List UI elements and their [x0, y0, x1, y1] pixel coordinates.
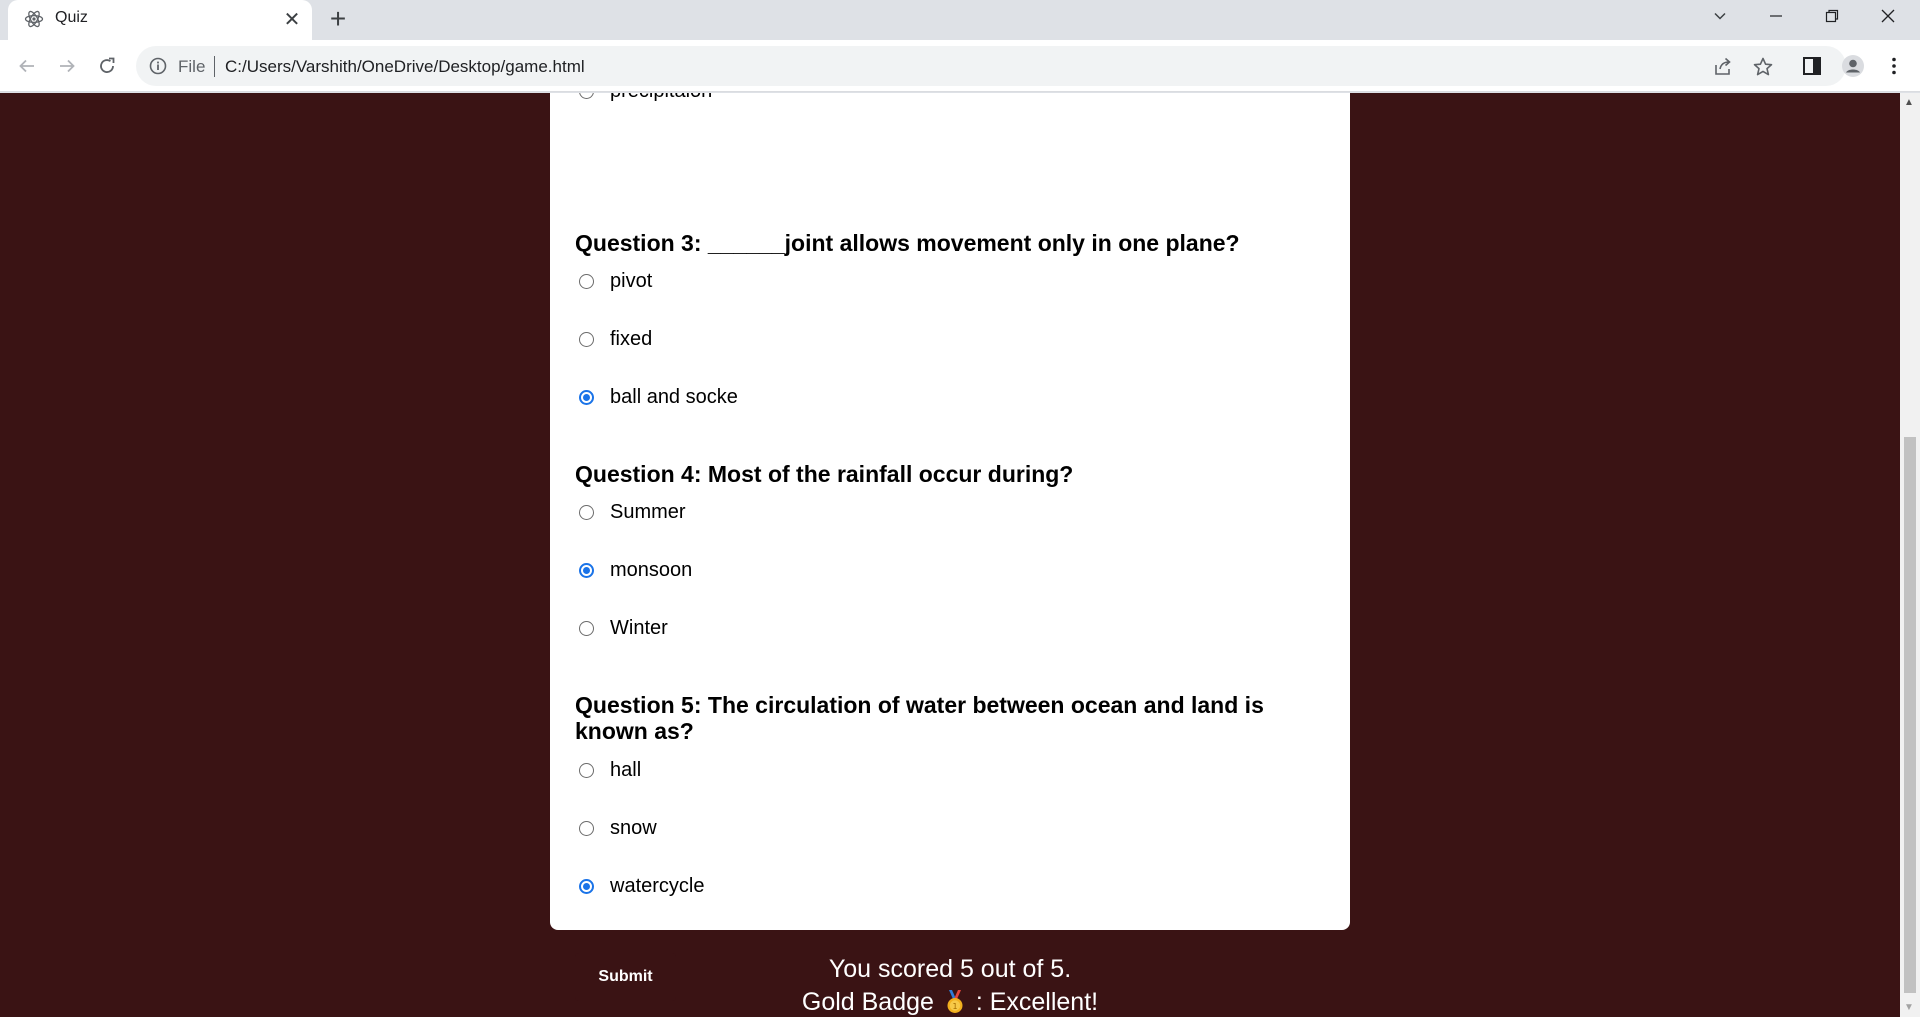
option-fixed[interactable]: fixed: [579, 327, 652, 351]
option-watercycle[interactable]: watercycle: [579, 874, 704, 898]
scroll-down-arrow-icon[interactable]: ▼: [1904, 1002, 1914, 1013]
radio-button[interactable]: [579, 820, 594, 836]
reload-icon: [100, 57, 115, 73]
address-bar[interactable]: File C:/Users/Varshith/OneDrive/Desktop/…: [136, 46, 1846, 86]
radio-button[interactable]: [579, 93, 594, 99]
option-hall[interactable]: hall: [579, 758, 641, 782]
back-button[interactable]: [11, 50, 43, 82]
vertical-scrollbar[interactable]: ▲ ▼: [1900, 93, 1920, 1017]
badge-prefix: Gold Badge: [801, 988, 934, 1016]
option-label: precipitaion: [610, 93, 712, 103]
profile-avatar-icon[interactable]: [1841, 54, 1865, 78]
star-icon[interactable]: [1752, 56, 1774, 78]
question-3-title: Question 3: ______joint allows movement …: [575, 230, 1240, 256]
browser-tab[interactable]: Quiz ✕: [8, 0, 312, 40]
address-scheme: File: [178, 57, 206, 76]
svg-text:1: 1: [952, 1002, 957, 1011]
forward-button[interactable]: [51, 50, 83, 82]
option-label: hall: [610, 758, 642, 781]
badge-suffix: : Excellent!: [975, 988, 1099, 1016]
tab-search-button[interactable]: [1692, 0, 1748, 32]
restore-button[interactable]: [1804, 0, 1860, 32]
close-tab-icon[interactable]: ✕: [280, 8, 304, 32]
radio-button[interactable]: [579, 762, 594, 778]
browser-toolbar: File C:/Users/Varshith/OneDrive/Desktop/…: [0, 40, 1920, 92]
address-separator: [214, 56, 215, 77]
address-url[interactable]: C:/Users/Varshith/OneDrive/Desktop/game.…: [225, 57, 585, 77]
option-precipitaion[interactable]: precipitaion: [579, 93, 712, 103]
chevron-down-icon: [1714, 12, 1726, 20]
option-monsoon[interactable]: monsoon: [579, 558, 692, 582]
restore-icon: [1825, 9, 1839, 23]
gold-medal-icon: 1: [947, 990, 963, 1013]
more-menu-icon[interactable]: [1882, 54, 1906, 78]
option-pivot[interactable]: pivot: [579, 269, 652, 293]
page-viewport: precipitaion Question 3: ______joint all…: [0, 93, 1900, 1017]
option-label: fixed: [610, 327, 653, 350]
arrow-left-icon: [19, 59, 34, 73]
scroll-up-arrow-icon[interactable]: ▲: [1904, 97, 1914, 108]
atom-icon: [24, 10, 44, 28]
option-label: ball and socke: [610, 385, 738, 408]
close-icon: [1881, 9, 1895, 23]
quiz-card: precipitaion Question 3: ______joint all…: [550, 93, 1350, 1001]
radio-button[interactable]: [579, 504, 594, 520]
share-icon[interactable]: [1712, 56, 1734, 78]
side-panel-icon[interactable]: [1800, 54, 1824, 78]
question-5-title: Question 5: The circulation of water bet…: [575, 692, 1264, 744]
option-label: snow: [610, 816, 657, 839]
radio-button[interactable]: [579, 273, 594, 289]
tab-strip: Quiz ✕ +: [0, 0, 1920, 40]
option-ball-and-socke[interactable]: ball and socke: [579, 385, 738, 409]
option-snow[interactable]: snow: [579, 816, 657, 840]
radio-button[interactable]: [579, 620, 594, 636]
option-label: monsoon: [610, 558, 693, 581]
question-4-title: Question 4: Most of the rainfall occur d…: [575, 461, 1074, 487]
new-tab-button[interactable]: +: [322, 4, 354, 36]
option-label: pivot: [610, 269, 653, 292]
radio-button-checked[interactable]: [579, 878, 594, 894]
arrow-right-icon: [60, 59, 75, 73]
radio-button-checked[interactable]: [579, 562, 594, 578]
info-icon[interactable]: [148, 56, 168, 76]
option-label: watercycle: [610, 874, 705, 897]
option-label: Summer: [610, 500, 686, 523]
reload-button[interactable]: [91, 50, 123, 82]
badge-line: Gold Badge 1 : Excellent!: [550, 986, 1350, 1017]
scrollbar-thumb[interactable]: [1904, 437, 1916, 993]
radio-button-checked[interactable]: [579, 389, 594, 405]
option-winter[interactable]: Winter: [579, 616, 668, 640]
option-label: Winter: [610, 616, 668, 639]
option-summer[interactable]: Summer: [579, 500, 686, 524]
score-text: You scored 5 out of 5.: [828, 955, 1072, 983]
close-window-button[interactable]: [1860, 0, 1916, 32]
tab-title: Quiz: [55, 9, 88, 26]
minimize-icon: [1770, 15, 1782, 17]
radio-button[interactable]: [579, 331, 594, 347]
minimize-button[interactable]: [1748, 0, 1804, 32]
